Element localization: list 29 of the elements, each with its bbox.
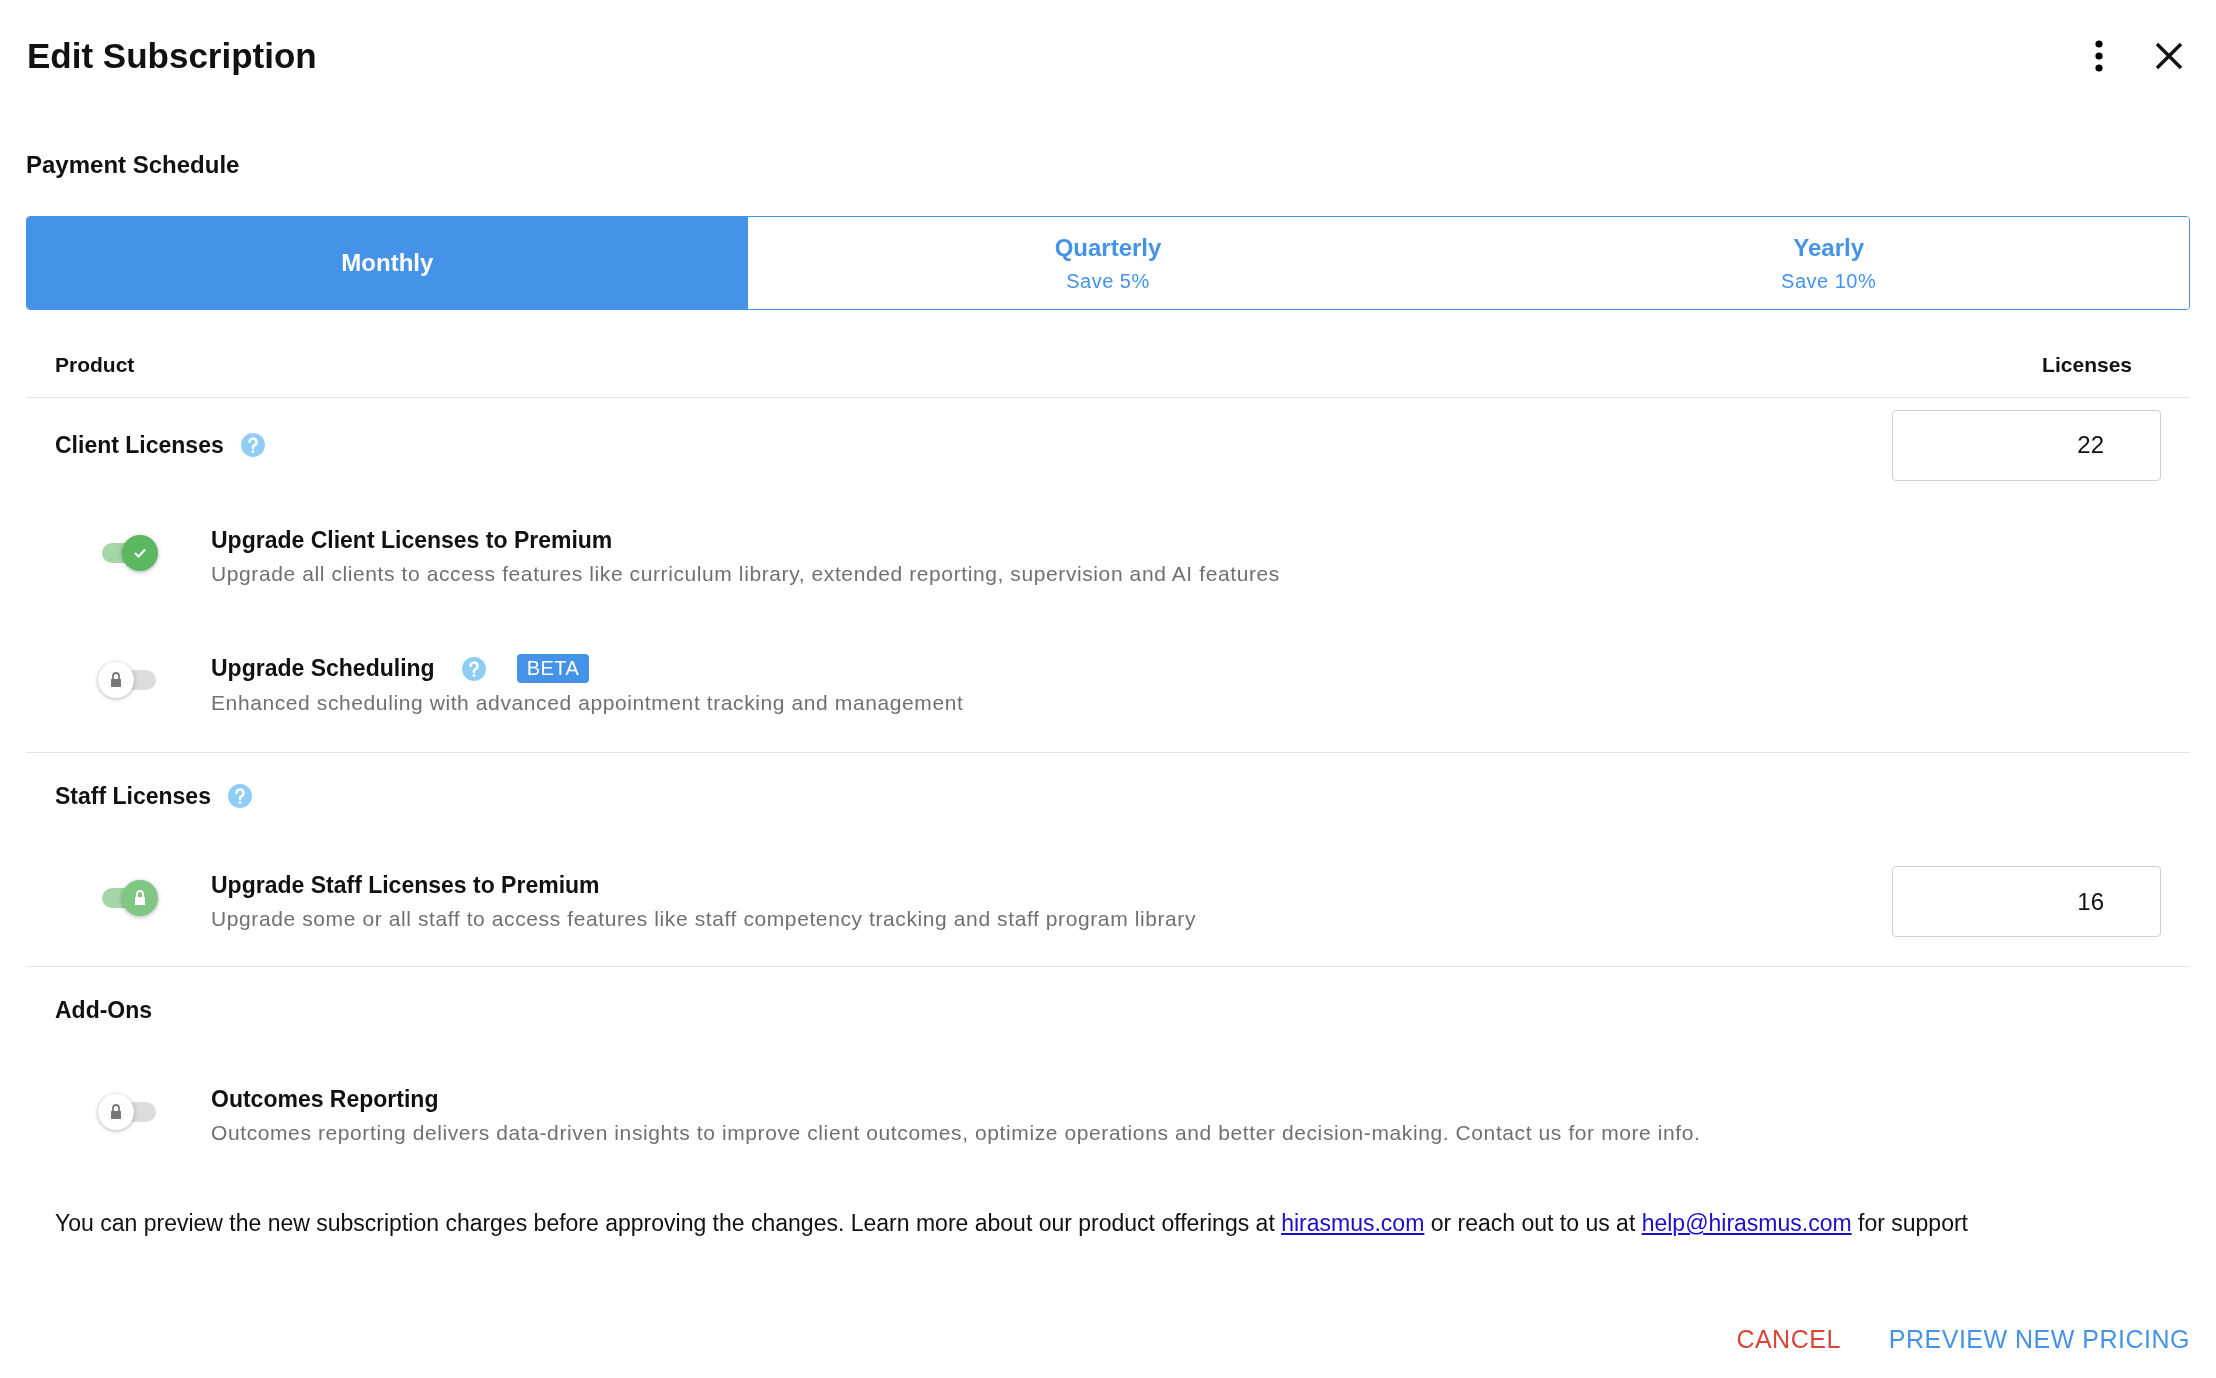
beta-badge: BETA [516,654,590,683]
column-header: Product [55,352,135,377]
preview-button[interactable]: PREVIEW NEW PRICING [1886,1321,2192,1359]
item-description: Outcomes reporting delivers data-driven insights to improve client outcomes, optimize operations and better decision-making. Contact us for more info. [211,1121,1702,1145]
more-icon [2093,39,2105,73]
item-description: Upgrade all clients to access features like curriculum library, extended reporting, supervision and AI features [211,562,1281,586]
item-title: Upgrade Client Licenses to Premium [211,527,613,554]
help-icon[interactable] [460,655,487,682]
item-title: Outcomes Reporting [211,1086,439,1113]
link[interactable]: hirasmus.com [1281,1210,1425,1236]
help-icon[interactable] [239,432,266,458]
item-title: Upgrade Staff Licenses to Premium [211,872,600,899]
item-description: Enhanced scheduling with advanced appointment tracking and management [211,691,965,715]
link[interactable]: help@hirasmus.com [1641,1210,1852,1236]
close-icon [2155,42,2183,70]
section-title: Staff Licenses [55,782,211,810]
item-description: Upgrade some or all staff to access features like staff competency tracking and staff program library [211,907,1198,931]
section-title: Client Licenses [55,431,224,459]
license-field[interactable]: 22 [1892,409,2161,481]
section-label: Payment Schedule [26,150,241,180]
cancel-button[interactable]: CANCEL [1734,1321,1843,1359]
schedule-tab[interactable]: Monthly [27,217,748,309]
item-title: Upgrade Scheduling [211,655,435,682]
info-text: You can preview the new subscription charges before approving the changes. Learn more about our product offerings at hirasmus.com or reach out to us at help@hirasmus.com for support [55,1209,1969,1238]
dialog-title: Edit Subscription [27,36,318,76]
column-header: Licenses [2042,352,2132,377]
license-field[interactable]: 16 [1892,866,2161,937]
help-icon[interactable] [226,783,253,809]
section-title: Add-Ons [55,996,153,1024]
